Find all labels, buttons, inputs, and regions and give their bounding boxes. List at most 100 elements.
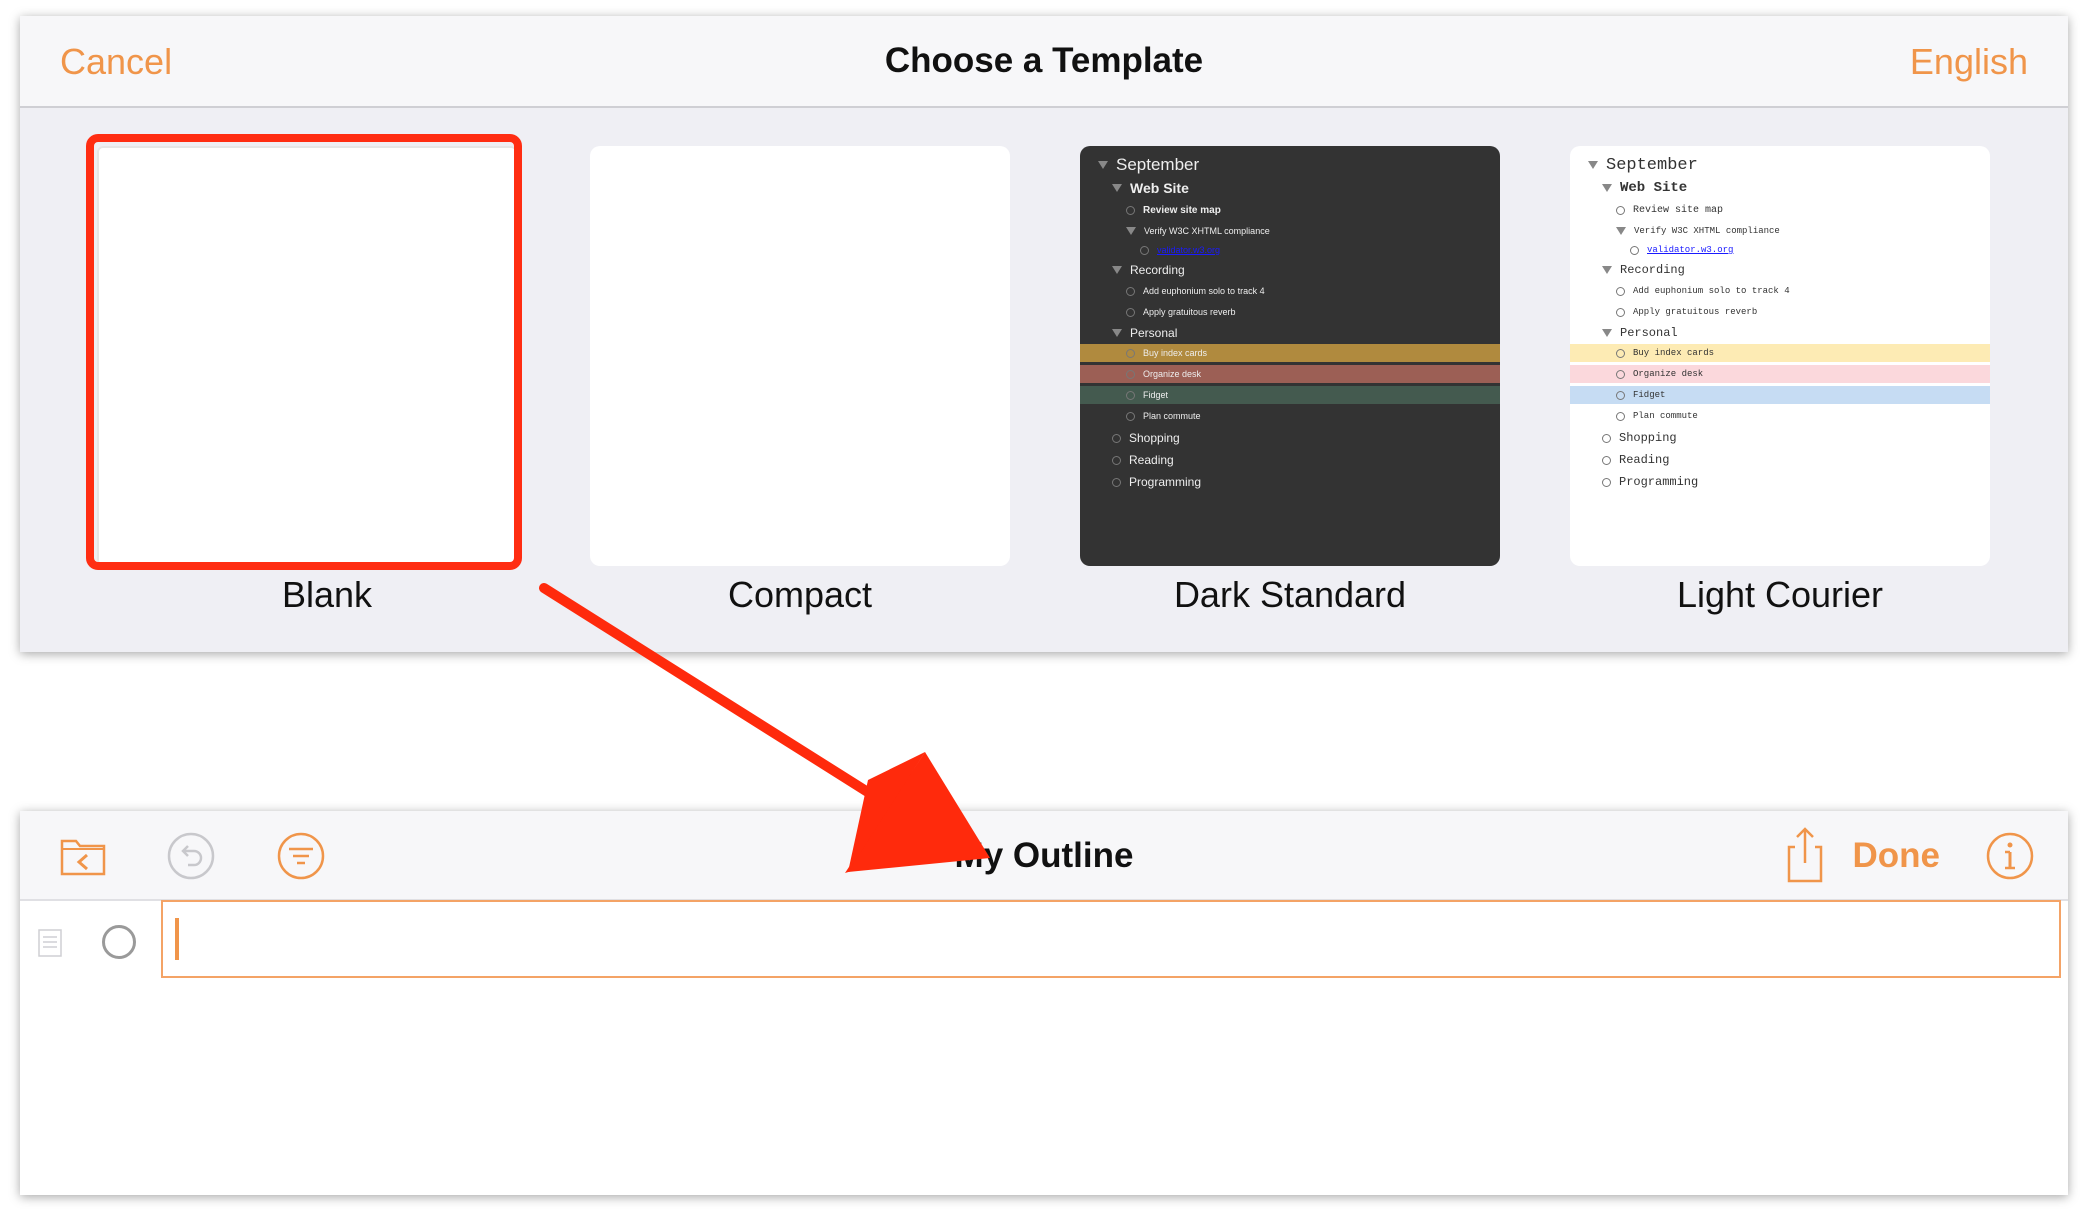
row-text-input[interactable]	[161, 900, 2061, 978]
status-circle-icon	[1126, 205, 1135, 215]
preview-row: Programming	[1080, 473, 1500, 491]
preview-row-text: Verify W3C XHTML compliance	[1144, 226, 1270, 236]
preview-row: Apply gratuitous reverb	[1080, 303, 1500, 321]
preview-row-text: September	[1606, 155, 1698, 175]
preview-row: Recording	[1080, 261, 1500, 279]
preview-row-text: Review site map	[1143, 204, 1221, 216]
preview-row: Plan commute	[1080, 407, 1500, 425]
disclosure-triangle-icon	[1602, 266, 1612, 274]
info-icon[interactable]	[1985, 831, 2035, 881]
preview-row-text: Shopping	[1619, 431, 1677, 445]
template-thumbnail-dark-standard[interactable]: September Web Site Review site map Verify W…	[1080, 146, 1500, 566]
preview-row-text: Plan commute	[1143, 411, 1201, 421]
status-circle-icon	[1126, 307, 1135, 317]
preview-row-text: Recording	[1130, 263, 1185, 277]
preview-row: Review site map	[1570, 201, 1990, 219]
preview-row: Personal	[1080, 324, 1500, 342]
preview-row: Plan commute	[1570, 407, 1990, 425]
preview-row-text: Personal	[1130, 326, 1178, 340]
status-circle-icon	[1616, 390, 1625, 400]
preview-row-text: Organize desk	[1143, 369, 1202, 379]
status-circle-icon	[1602, 455, 1611, 465]
preview-row-text: Organize desk	[1633, 369, 1704, 379]
preview-row: Add euphonium solo to track 4	[1570, 282, 1990, 300]
preview-row-text: validator.w3.org	[1647, 245, 1734, 255]
preview-row-text: Reading	[1129, 453, 1174, 467]
preview-row-text: Add euphonium solo to track 4	[1143, 286, 1265, 296]
preview-row: Reading	[1080, 451, 1500, 469]
preview-row-text: Programming	[1619, 475, 1699, 489]
disclosure-triangle-icon	[1602, 184, 1612, 192]
status-circle-icon	[1616, 205, 1625, 215]
template-thumbnail-compact[interactable]	[590, 146, 1010, 566]
status-circle-icon	[1126, 286, 1135, 296]
disclosure-triangle-icon	[1112, 184, 1122, 192]
preview-row: Add euphonium solo to track 4	[1080, 282, 1500, 300]
template-label-blank: Blank	[281, 574, 373, 615]
disclosure-triangle-icon	[1588, 161, 1598, 169]
status-circle-icon	[1112, 433, 1121, 443]
preview-row-text: Reading	[1619, 453, 1670, 467]
status-circle-icon	[1616, 307, 1625, 317]
preview-row: Web Site	[1570, 179, 1990, 197]
preview-row-text: Web Site	[1620, 180, 1688, 196]
preview-row-text: Verify W3C XHTML compliance	[1634, 226, 1780, 236]
selected-template-highlight	[86, 134, 522, 570]
status-circle-icon	[1616, 369, 1625, 379]
preview-row: Organize desk	[1570, 365, 1990, 383]
disclosure-triangle-icon	[1098, 161, 1108, 169]
preview-row-text: Apply gratuitous reverb	[1633, 307, 1758, 317]
status-circle-icon	[1126, 411, 1135, 421]
status-circle-icon	[1616, 411, 1625, 421]
preview-row-text: Add euphonium solo to track 4	[1633, 286, 1790, 296]
preview-row-text: Personal	[1620, 326, 1678, 340]
preview-row: validator.w3.org	[1570, 241, 1990, 259]
disclosure-triangle-icon	[1616, 227, 1626, 235]
disclosure-triangle-icon	[1126, 227, 1136, 235]
preview-row-text: Plan commute	[1633, 411, 1698, 421]
share-icon[interactable]	[1780, 825, 1830, 885]
preview-row: Reading	[1570, 451, 1990, 469]
editor-toolbar: My Outline Done	[20, 811, 2068, 901]
template-label-compact: Compact	[727, 574, 873, 615]
status-circle-icon	[1630, 245, 1639, 255]
status-circle-icon	[1602, 477, 1611, 487]
template-chooser-sheet: Cancel Choose a Template English Blank C…	[20, 16, 2068, 652]
preview-row: Organize desk	[1080, 365, 1500, 383]
preview-row: Verify W3C XHTML compliance	[1080, 222, 1500, 240]
note-icon[interactable]	[38, 929, 62, 957]
status-circle-icon	[1616, 286, 1625, 296]
status-circle-icon	[1112, 477, 1121, 487]
template-label-light-courier: Light Courier	[1676, 574, 1884, 615]
outline-editor: My Outline Done	[20, 811, 2068, 1195]
document-title: My Outline	[954, 836, 1134, 875]
preview-row-text: Recording	[1620, 263, 1685, 277]
preview-row-text: validator.w3.org	[1157, 245, 1221, 255]
row-status-checkbox[interactable]	[102, 925, 136, 959]
preview-row: validator.w3.org	[1080, 241, 1500, 259]
preview-row: Shopping	[1570, 429, 1990, 447]
preview-row-text: Programming	[1129, 475, 1202, 489]
preview-row: Buy index cards	[1080, 344, 1500, 362]
preview-row: Verify W3C XHTML compliance	[1570, 222, 1990, 240]
preview-row-text: Buy index cards	[1143, 348, 1208, 358]
preview-row: Recording	[1570, 261, 1990, 279]
preview-row-text: Buy index cards	[1633, 348, 1715, 358]
preview-row: Buy index cards	[1570, 344, 1990, 362]
preview-row-text: Fidget	[1143, 390, 1169, 400]
disclosure-triangle-icon	[1112, 329, 1122, 337]
language-button[interactable]: English	[1910, 41, 2028, 83]
preview-row: Apply gratuitous reverb	[1570, 303, 1990, 321]
preview-row-text: Review site map	[1633, 204, 1724, 216]
done-button[interactable]: Done	[1853, 836, 1941, 876]
preview-row: September	[1080, 154, 1500, 176]
preview-row: September	[1570, 154, 1990, 176]
status-circle-icon	[1602, 433, 1611, 443]
status-circle-icon	[1126, 369, 1135, 379]
preview-row: Programming	[1570, 473, 1990, 491]
preview-row-text: Fidget	[1633, 390, 1666, 400]
preview-row: Personal	[1570, 324, 1990, 342]
status-circle-icon	[1112, 455, 1121, 465]
template-thumbnail-light-courier[interactable]: September Web Site Review site map Verify W…	[1570, 146, 1990, 566]
disclosure-triangle-icon	[1602, 329, 1612, 337]
